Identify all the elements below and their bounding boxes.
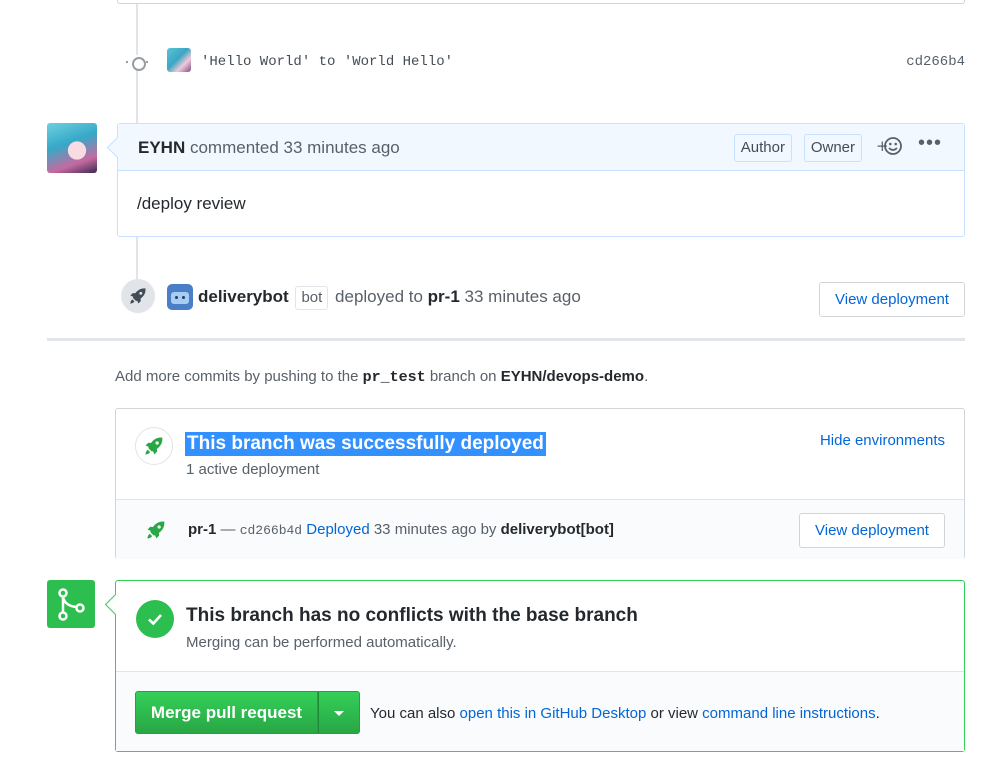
commit-icon: [126, 55, 148, 71]
commit-sha[interactable]: cd266b4: [906, 54, 965, 70]
owner-badge: Owner: [803, 134, 862, 162]
deployment-row-text: pr-1 — cd266b4d Deployed 33 minutes ago …: [188, 521, 614, 538]
deployment-status-link[interactable]: Deployed: [306, 521, 369, 538]
deploy-time[interactable]: 33 minutes ago: [465, 287, 581, 306]
merge-status-subtitle: Merging can be performed automatically.: [186, 634, 457, 651]
deliverybot-avatar[interactable]: [167, 284, 193, 310]
merge-panel: This branch has no conflicts with the ba…: [115, 580, 965, 752]
command-line-instructions-link[interactable]: command line instructions: [702, 705, 875, 722]
commit-message[interactable]: 'Hello World' to 'World Hello': [201, 54, 453, 70]
add-reaction-button[interactable]: +: [876, 136, 902, 161]
rocket-icon: [146, 520, 166, 545]
author-badge: Author: [733, 134, 792, 162]
push-note: Add more commits by pushing to the pr_te…: [115, 368, 649, 386]
deploy-actor[interactable]: deliverybot: [198, 287, 289, 306]
previous-item-border: [117, 0, 965, 4]
caret-down-icon[interactable]: [318, 691, 360, 734]
rocket-icon: [121, 279, 155, 313]
deployment-env: pr-1: [188, 521, 217, 538]
repo-name: EYHN/devops-demo: [500, 368, 645, 385]
view-deployment-button[interactable]: View deployment: [819, 282, 965, 317]
active-deployment-count: 1 active deployment: [186, 461, 320, 478]
deployment-row: pr-1 — cd266b4d Deployed 33 minutes ago …: [116, 499, 964, 559]
commit-author-avatar[interactable]: [167, 48, 191, 72]
comment-author-avatar[interactable]: [47, 123, 97, 173]
merge-pull-request-button[interactable]: Merge pull request: [135, 691, 318, 734]
comment: EYHN commented 33 minutes ago Author Own…: [117, 123, 965, 237]
git-merge-icon: [47, 580, 95, 628]
merge-status-title: This branch has no conflicts with the ba…: [186, 605, 638, 626]
merge-alternatives: You can also open this in GitHub Desktop…: [370, 705, 880, 722]
smiley-icon: +: [876, 137, 902, 155]
comment-header: EYHN commented 33 minutes ago Author Own…: [118, 124, 964, 171]
kebab-icon[interactable]: •••: [918, 132, 942, 155]
hide-environments-link[interactable]: Hide environments: [820, 432, 945, 449]
bot-label: bot: [295, 286, 329, 310]
check-icon: [136, 600, 174, 638]
deployments-title: This branch was successfully deployed: [185, 432, 546, 456]
branch-name: pr_test: [362, 369, 426, 386]
rocket-icon: [135, 427, 173, 465]
svg-text:+: +: [876, 137, 889, 155]
deployment-author: deliverybot[bot]: [500, 521, 614, 538]
open-in-desktop-link[interactable]: open this in GitHub Desktop: [460, 705, 647, 722]
comment-body: /deploy review: [137, 194, 246, 213]
timeline-divider: [47, 338, 965, 341]
comment-author[interactable]: EYHN: [138, 138, 185, 157]
comment-author-line: EYHN commented 33 minutes ago: [138, 138, 400, 158]
comment-timestamp[interactable]: commented 33 minutes ago: [190, 138, 400, 157]
deployment-sha[interactable]: cd266b4d: [240, 523, 302, 538]
view-deployment-row-button[interactable]: View deployment: [799, 513, 945, 548]
deployments-panel: This branch was successfully deployed 1 …: [115, 408, 965, 559]
deploy-event-text: deliverybot bot deployed to pr-1 33 minu…: [198, 286, 581, 310]
merge-actions: Merge pull request You can also open thi…: [116, 671, 964, 751]
deploy-environment: pr-1: [427, 287, 460, 306]
